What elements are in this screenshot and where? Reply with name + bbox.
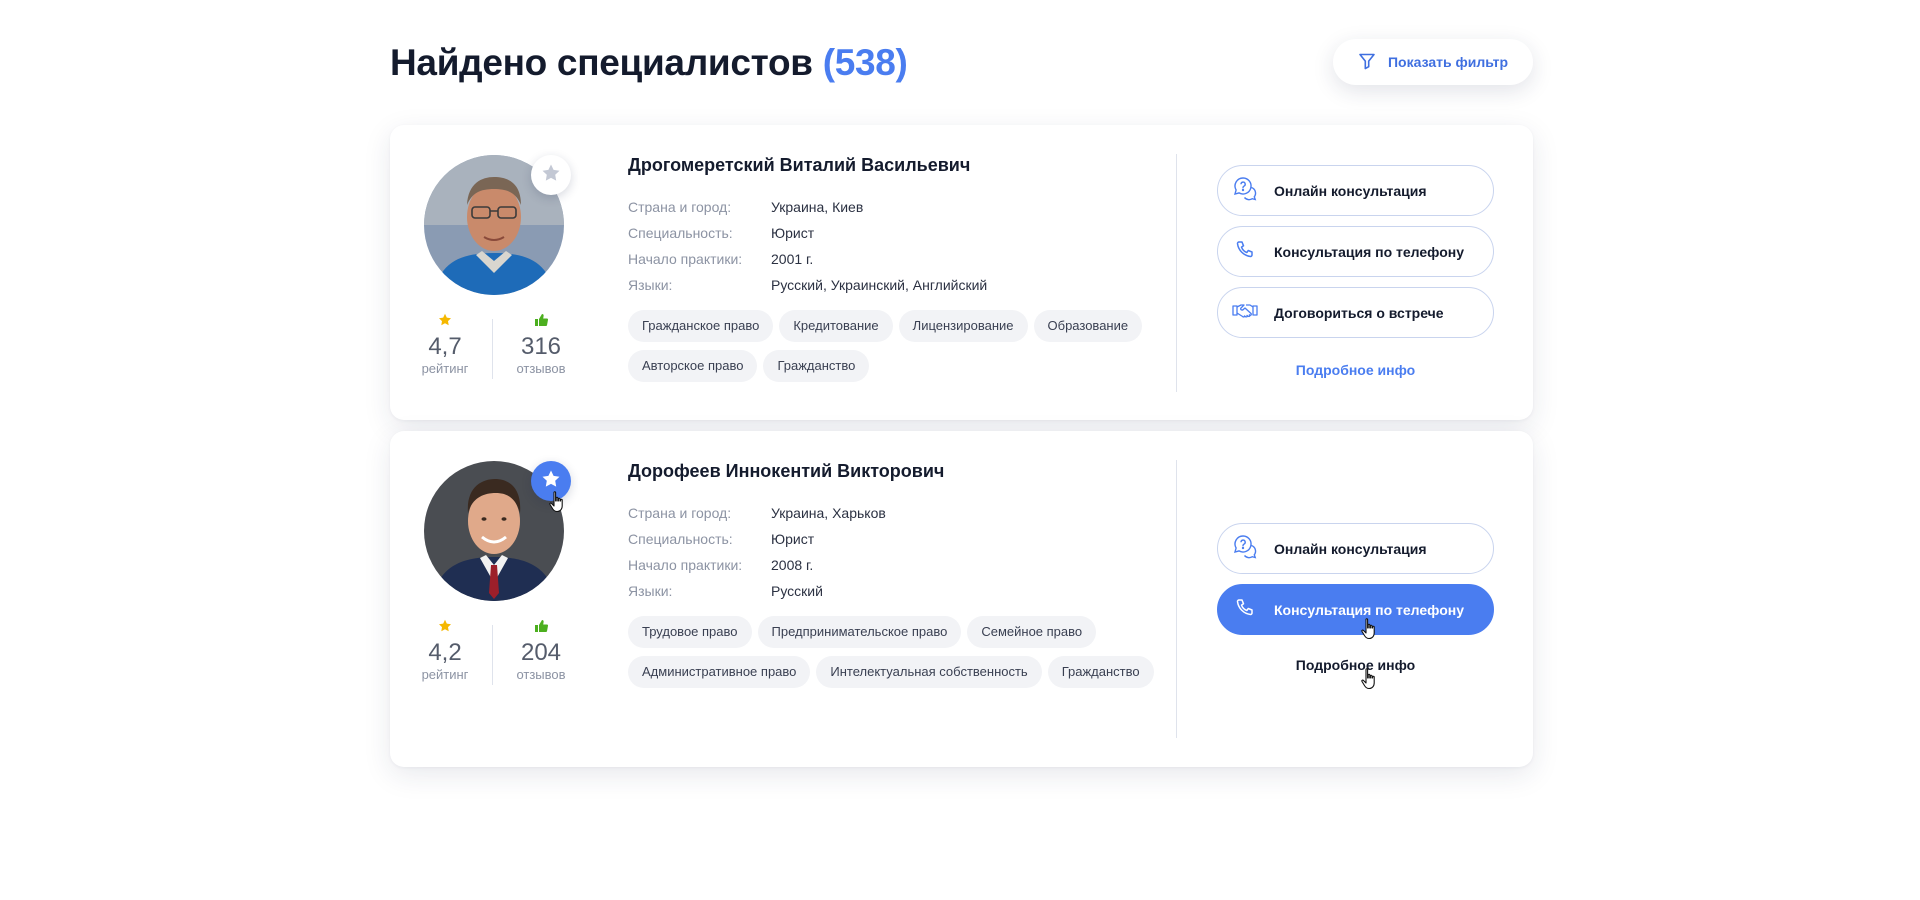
rating-value: 4,2: [428, 639, 462, 666]
results-count: (538): [822, 42, 908, 83]
specialist-name[interactable]: Дрогомеретский Виталий Васильевич: [628, 155, 1168, 176]
info-row-practice-start: Начало практики: 2008 г.: [628, 552, 1168, 578]
info-key: Начало практики:: [628, 251, 743, 267]
info-row-location: Страна и город: Украина, Киев: [628, 194, 1168, 220]
info-row-languages: Языки: Русский: [628, 578, 1168, 604]
info-row-location: Страна и город: Украина, Харьков: [628, 500, 1168, 526]
star-icon: [410, 313, 480, 331]
phone-icon: [1232, 237, 1258, 266]
specialist-card: 4,2 рейтинг 204 отзывов Дорофеев Иннокен…: [390, 431, 1533, 767]
stats-divider: [492, 319, 493, 379]
rating-label: рейтинг: [421, 361, 469, 376]
avatar-block: [424, 155, 571, 297]
info-row-practice-start: Начало практики: 2001 г.: [628, 246, 1168, 272]
phone-icon: [1232, 595, 1258, 624]
practice-tags: Гражданское право Кредитование Лицензиро…: [628, 310, 1168, 382]
reviews-stat: 316 отзывов: [506, 313, 576, 376]
details-link[interactable]: Подробное инфо: [1217, 657, 1494, 673]
practice-tag[interactable]: Авторское право: [628, 350, 758, 382]
info-key: Специальность:: [628, 225, 733, 241]
action-label: Договориться о встрече: [1274, 304, 1444, 321]
info-value: Русский, Украинский, Английский: [771, 277, 988, 293]
info-key: Языки:: [628, 583, 673, 599]
stats: 4,7 рейтинг 316 отзывов: [410, 313, 580, 379]
info-value: Юрист: [771, 225, 815, 241]
practice-tag[interactable]: Образование: [1033, 310, 1143, 342]
favorite-button[interactable]: [531, 155, 571, 195]
info-value: Украина, Харьков: [771, 505, 886, 521]
practice-tag[interactable]: Предпринимательское право: [757, 616, 962, 648]
practice-tag[interactable]: Семейное право: [967, 616, 1097, 648]
online-consultation-button[interactable]: Онлайн консультация: [1217, 523, 1494, 574]
phone-consultation-button[interactable]: Консультация по телефону: [1217, 226, 1494, 277]
rating-stat: 4,2 рейтинг: [410, 619, 480, 682]
action-label: Онлайн консультация: [1274, 182, 1427, 199]
favorite-button[interactable]: [531, 461, 571, 501]
practice-tag[interactable]: Интелектуальная собственность: [816, 656, 1042, 688]
info-value: Украина, Киев: [771, 199, 864, 215]
rating-stat: 4,7 рейтинг: [410, 313, 480, 376]
practice-tag[interactable]: Гражданство: [1047, 656, 1154, 688]
reviews-label: отзывов: [516, 667, 566, 682]
page-title-text: Найдено специалистов: [390, 42, 813, 83]
reviews-count: 204: [520, 639, 562, 666]
info-key: Начало практики:: [628, 557, 743, 573]
specialist-name[interactable]: Дорофеев Иннокентий Викторович: [628, 461, 1168, 482]
info-key: Языки:: [628, 277, 673, 293]
info-row-specialty: Специальность: Юрист: [628, 526, 1168, 552]
info-key: Специальность:: [628, 531, 733, 547]
avatar-block: [424, 461, 571, 603]
practice-tag[interactable]: Трудовое право: [628, 616, 752, 648]
specialist-info: Дрогомеретский Виталий Васильевич Страна…: [628, 155, 1168, 382]
info-row-languages: Языки: Русский, Украинский, Английский: [628, 272, 1168, 298]
info-value: Юрист: [771, 531, 815, 547]
specialist-card: 4,7 рейтинг 316 отзывов Дрогомеретский В…: [390, 125, 1533, 420]
details-link[interactable]: Подробное инфо: [1217, 362, 1494, 378]
action-label: Онлайн консультация: [1274, 540, 1427, 557]
star-icon: [541, 163, 561, 188]
contact-actions: Онлайн консультация Консультация по теле…: [1217, 523, 1494, 673]
practice-tags: Трудовое право Предпринимательское право…: [628, 616, 1168, 688]
card-divider: [1176, 154, 1177, 392]
star-icon: [410, 619, 480, 637]
chat-question-icon: [1232, 534, 1258, 563]
chat-question-icon: [1232, 176, 1258, 205]
stats-divider: [492, 625, 493, 685]
rating-value: 4,7: [428, 333, 462, 360]
info-value: 2001 г.: [771, 251, 814, 267]
practice-tag[interactable]: Гражданство: [763, 350, 870, 382]
action-label: Консультация по телефону: [1274, 243, 1465, 260]
reviews-count: 316: [520, 333, 562, 360]
page-title: Найдено специалистов (538): [390, 42, 908, 84]
stats: 4,2 рейтинг 204 отзывов: [410, 619, 580, 685]
phone-consultation-button[interactable]: Консультация по телефону: [1217, 584, 1494, 635]
show-filter-button[interactable]: Показать фильтр: [1333, 39, 1533, 85]
thumbs-up-icon: [506, 619, 576, 637]
practice-tag[interactable]: Кредитование: [779, 310, 893, 342]
info-value: 2008 г.: [771, 557, 814, 573]
info-key: Страна и город:: [628, 505, 732, 521]
show-filter-label: Показать фильтр: [1387, 54, 1509, 70]
info-row-specialty: Специальность: Юрист: [628, 220, 1168, 246]
info-value: Русский: [771, 583, 823, 599]
handshake-icon: [1232, 298, 1258, 327]
practice-tag[interactable]: Лицензирование: [898, 310, 1028, 342]
action-label: Консультация по телефону: [1274, 601, 1465, 618]
star-icon: [541, 469, 561, 494]
practice-tag[interactable]: Гражданское право: [628, 310, 774, 342]
thumbs-up-icon: [506, 313, 576, 331]
online-consultation-button[interactable]: Онлайн консультация: [1217, 165, 1494, 216]
card-divider: [1176, 460, 1177, 738]
reviews-stat: 204 отзывов: [506, 619, 576, 682]
specialist-info: Дорофеев Иннокентий Викторович Страна и …: [628, 461, 1168, 688]
reviews-label: отзывов: [516, 361, 566, 376]
practice-tag[interactable]: Административное право: [628, 656, 811, 688]
contact-actions: Онлайн консультация Консультация по теле…: [1217, 165, 1494, 378]
filter-icon: [1358, 52, 1376, 73]
results-header: Найдено специалистов (538) Показать филь…: [390, 36, 1533, 92]
rating-label: рейтинг: [421, 667, 469, 682]
arrange-meeting-button[interactable]: Договориться о встрече: [1217, 287, 1494, 338]
info-key: Страна и город:: [628, 199, 732, 215]
